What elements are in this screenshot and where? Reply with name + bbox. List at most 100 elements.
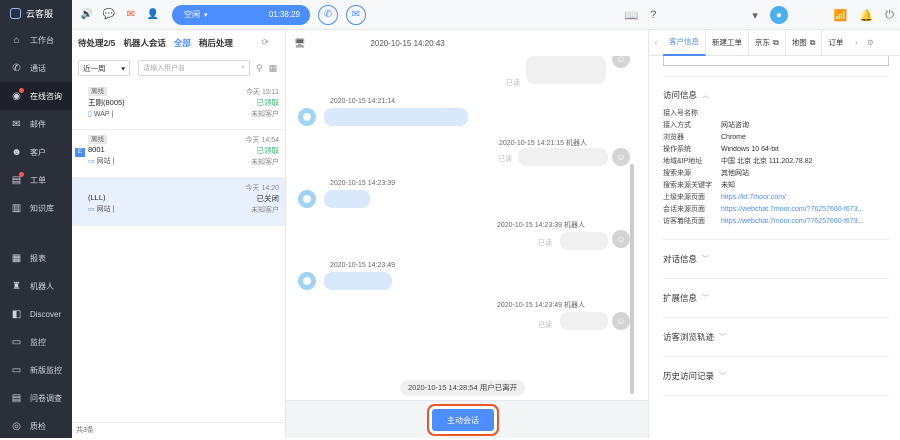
initiate-chat-button[interactable]: 主动会话 — [432, 409, 494, 431]
sidebar-item[interactable]: ▦ 报表 — [0, 244, 72, 272]
status-timer: 01:38:29 — [268, 10, 300, 19]
field-value[interactable]: https://webchat.7moor.com/?76257660-f673… — [721, 218, 863, 225]
sidebar-item[interactable]: ◎ 质检 — [0, 412, 72, 440]
sidebar-item[interactable]: ⌂ 工作台 — [0, 26, 72, 54]
tab-map[interactable]: 地图 ⧉ — [786, 29, 823, 56]
tab-jd[interactable]: 京东 ⧉ — [749, 29, 786, 56]
monitor2-icon: ▭ — [11, 364, 22, 376]
device-icon: ▭ — [88, 206, 95, 213]
session-item[interactable]: -(LLL)▭网站 |今天 14:20已关闭未知客户 — [72, 178, 285, 226]
customer-avatar — [298, 108, 316, 126]
topbar: 🔊 💬 ✉ 👤 空闲 ▾ 01:38:29 ✆ ✉ 📖 ? ▾ ● 📶 🔔 ⏻ — [72, 0, 900, 30]
session-item[interactable]: 离线 王刚(8005) ▯ WAP | 今天 15:11 已领取 未知客户 — [72, 82, 285, 130]
external-link-icon: ⧉ — [773, 37, 779, 47]
search-icon[interactable]: ⌕ — [241, 64, 245, 72]
refresh-icon[interactable]: ⟳ — [262, 37, 269, 48]
grid-icon[interactable]: ▦ — [269, 63, 278, 74]
sidebar-item[interactable]: ☻ 客户 — [0, 138, 72, 166]
list-count: 共3条 — [72, 422, 285, 438]
field-key: 搜索来源关键字 — [663, 182, 712, 189]
sidebar-item[interactable]: ✆ 通话 — [0, 54, 72, 82]
session-item[interactable]: 离线 E 8001 ▭ 网站 | 今天 14:54 已领取 未知客户 — [72, 130, 285, 178]
chat-bubble-icon[interactable]: 💬 — [102, 8, 116, 22]
message-time: 2020-10-15 14:23:49 — [330, 262, 395, 269]
session-channel: 网站 — [96, 206, 111, 213]
chevron-down-icon[interactable]: ▾ — [752, 9, 758, 22]
chat-scrollbar[interactable] — [630, 164, 634, 394]
notify-volume-icon[interactable]: 🔊 — [80, 8, 94, 22]
tab-later[interactable]: 稍后处理 — [199, 37, 233, 49]
filter-icon[interactable]: ⚲ — [256, 63, 263, 74]
sidebar-item-label: 报表 — [30, 253, 46, 263]
sidebar-item[interactable]: ▭ 新版监控 — [0, 356, 72, 384]
visit-info-title[interactable]: 访问信息 ︿ — [663, 89, 900, 101]
avatar[interactable]: ● — [769, 6, 788, 24]
info-content: 访问信息 ︿ 接入号名称 接入方式 网站咨询 浏览器 Chrome 操作系统 Windows … — [649, 56, 900, 396]
info-field: 上级来源页面 https://kf.7moor.com/ — [663, 191, 900, 203]
chevron-left-icon[interactable]: ‹ — [649, 38, 663, 47]
session-status: 已领取 — [256, 146, 280, 155]
sidebar-item-label: 在线咨询 — [30, 91, 62, 101]
tab-robot[interactable]: 机器人会话 — [123, 37, 166, 49]
search-input[interactable]: 请输入用户名 ⌕ — [138, 60, 250, 76]
field-value[interactable]: https://kf.7moor.com/ — [721, 194, 786, 201]
chat-body[interactable]: ☺ 已读 2020-10-15 14:21:14 2020-10-15 14:2… — [286, 56, 638, 400]
info-field: 访客着陆页面 https://webchat.7moor.com/?7625766… — [663, 215, 900, 227]
sidebar-item-label: 新版监控 — [30, 365, 62, 375]
tab-order[interactable]: 订单 — [822, 30, 849, 56]
mail-icon: ✉ — [12, 118, 21, 130]
message-time: 2020-10-15 14:23:39 — [330, 180, 395, 187]
user-icon: ☻ — [11, 146, 22, 158]
chevron-right-icon[interactable]: › — [849, 38, 863, 47]
bell-icon[interactable]: 🔔 — [860, 9, 874, 22]
field-value[interactable]: https://webchat.7moor.com/?76257660-f673… — [721, 206, 863, 213]
notification-dot — [19, 172, 24, 177]
robot-avatar: ☺ — [612, 56, 630, 68]
call-button[interactable]: ✆ — [318, 4, 338, 25]
session-time: 今天 15:11 — [246, 89, 279, 96]
device-icon: ▯ — [88, 111, 92, 118]
chevron-down-icon: ▾ — [121, 63, 125, 73]
sidebar-item[interactable]: ▥ 知识库 — [0, 194, 72, 222]
field-value: Windows 10 64-bit — [721, 145, 779, 153]
robot-icon: ♜ — [12, 280, 21, 292]
sidebar-item[interactable]: ▭ 监控 — [0, 328, 72, 356]
info-section[interactable]: 历史访问记录 ﹀ — [663, 370, 900, 382]
sidebar-item[interactable]: ◉ 在线咨询 — [0, 82, 72, 110]
read-status: 已读 — [538, 322, 552, 329]
field-key: 接入号名称 — [663, 110, 698, 117]
info-section[interactable]: 扩展信息 ﹀ — [663, 292, 900, 304]
help-icon[interactable]: ? — [650, 9, 656, 21]
power-icon[interactable]: ⏻ — [885, 9, 894, 22]
chat-header-time: 2020-10-15 14:20:43 — [370, 38, 445, 48]
tab-pending[interactable]: 待处理2/5 — [78, 37, 115, 49]
offline-tag: 离线 — [88, 87, 107, 96]
info-section[interactable]: 对话信息 ﹀ — [663, 253, 900, 265]
status-pill[interactable]: 空闲 ▾ 01:38:29 — [172, 4, 310, 25]
sidebar-item[interactable]: ♜ 机器人 — [0, 272, 72, 300]
sidebar-item[interactable]: ▤ 问卷调查 — [0, 384, 72, 412]
tab-label: 客户信息 — [669, 37, 699, 46]
sidebar-item-label: 问卷调查 — [30, 393, 62, 403]
info-field: 地域&IP地址 中国 北京 北京 111.202.78.82 — [663, 155, 900, 167]
info-section[interactable]: 访客浏览轨迹 ﹀ — [663, 331, 900, 343]
sidebar-item[interactable]: ✉ 邮件 — [0, 110, 72, 138]
session-tabs: 待处理2/5 机器人会话 全部 稍后处理 ⟳ — [72, 30, 285, 56]
tab-all[interactable]: 全部 — [174, 37, 191, 49]
sidebar-item[interactable]: ▤ 工单 — [0, 166, 72, 194]
book-icon[interactable]: 📖 — [625, 9, 639, 22]
agent-icon[interactable]: 👤 — [146, 8, 160, 22]
range-select[interactable]: 近一周 ▾ — [78, 60, 130, 76]
sidebar-item[interactable]: ◧ Discover — [0, 300, 72, 328]
gear-icon[interactable]: ⚙ — [863, 38, 877, 47]
sidebar-item-label: 监控 — [30, 337, 46, 347]
remark-box — [663, 56, 889, 66]
sidebar-item-label: 知识库 — [30, 203, 54, 213]
mail-icon[interactable]: ✉ — [124, 8, 138, 22]
message-button[interactable]: ✉ — [346, 4, 366, 25]
chevron-up-icon: ︿ — [702, 92, 710, 99]
session-time: 今天 14:20 — [245, 185, 279, 192]
tab-customer-info[interactable]: 客户信息 — [663, 29, 706, 56]
tab-new-ticket[interactable]: 新建工单 — [706, 29, 749, 56]
message-bubble — [560, 232, 608, 250]
